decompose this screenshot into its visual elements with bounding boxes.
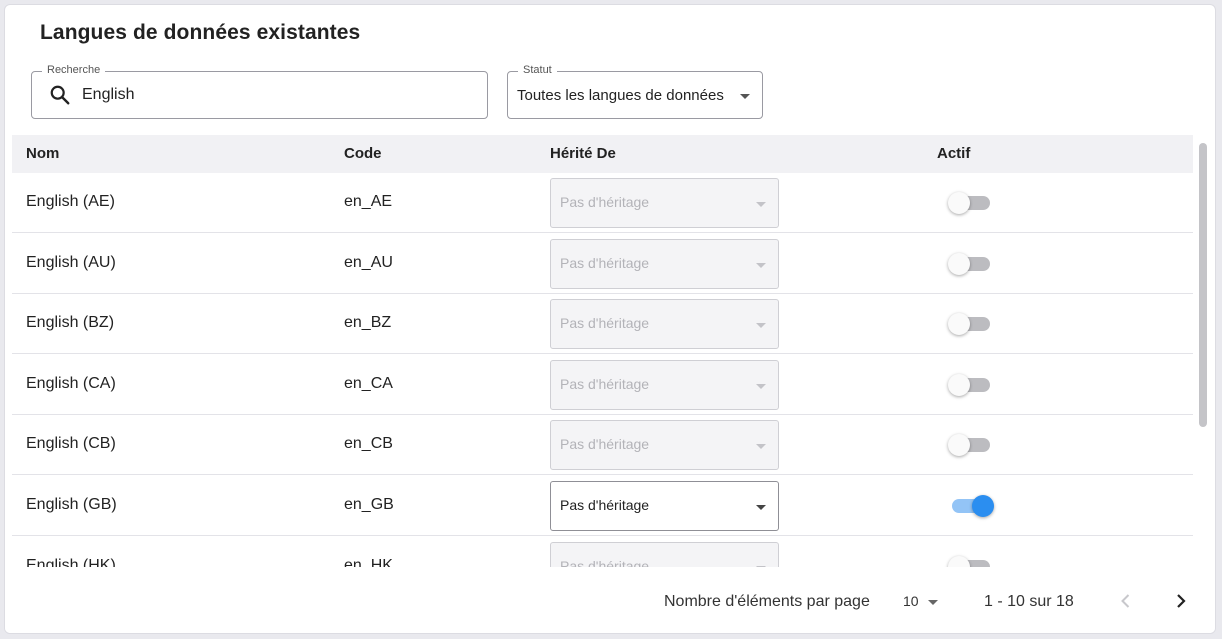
search-input[interactable] [82,84,462,106]
chevron-left-icon [1121,594,1130,608]
language-name: English (CB) [26,435,116,453]
inherit-from-value: Pas d'héritage [560,436,650,453]
caret-down-icon [928,600,938,605]
column-header-inherited[interactable]: Hérité De [550,145,616,162]
language-code: en_CB [344,435,393,453]
caret-down-icon [756,323,766,329]
active-toggle[interactable] [948,555,994,567]
caret-down-icon [756,383,766,389]
languages-card: Langues de données existantes Recherche … [4,4,1216,634]
previous-page-button[interactable] [1112,587,1140,615]
column-header-name[interactable]: Nom [26,145,59,162]
inherit-from-value: Pas d'héritage [560,254,650,271]
caret-down-icon [756,565,766,567]
toggle-knob [948,252,970,275]
toggle-knob [948,555,970,567]
active-toggle[interactable] [948,191,994,215]
column-header-active[interactable]: Actif [937,145,970,162]
items-per-page-value: 10 [903,593,919,609]
table-row: English (AU) en_AU Pas d'héritage [12,233,1193,294]
items-per-page-label: Nombre d'éléments par page [664,593,870,610]
inherit-from-select[interactable]: Pas d'héritage [550,481,779,531]
table-row: English (GB) en_GB Pas d'héritage [12,476,1193,536]
table-scrollbar[interactable] [1196,137,1210,569]
active-toggle[interactable] [948,252,994,276]
inherit-from-select: Pas d'héritage [550,420,779,471]
chevron-right-icon [1177,594,1186,608]
language-code: en_BZ [344,314,392,332]
scrollbar-thumb[interactable] [1199,143,1207,427]
table-row: English (CB) en_CB Pas d'héritage [12,415,1193,476]
language-name: English (HK) [26,556,116,567]
active-toggle[interactable] [948,373,994,397]
languages-table: Nom Code Hérité De Actif English (AE) en_… [12,135,1193,567]
language-name: English (AU) [26,253,116,271]
toggle-knob [972,495,994,517]
table-row: English (BZ) en_BZ Pas d'héritage [12,294,1193,355]
inherit-from-select: Pas d'héritage [550,178,779,228]
pagination-bar: Nombre d'éléments par page 10 1 - 10 sur… [5,569,1215,633]
status-value: Toutes les langues de données [517,87,724,104]
caret-down-icon [756,444,766,450]
language-code: en_GB [344,496,394,513]
inherit-from-select: Pas d'héritage [550,359,779,410]
inherit-from-select: Pas d'héritage [550,541,779,567]
inherit-from-select: Pas d'héritage [550,238,779,289]
toggle-knob [948,313,970,336]
language-name: English (AE) [26,193,115,210]
caret-down-icon [740,94,750,99]
table-row: English (HK) en_HK Pas d'héritage [12,536,1193,567]
search-label: Recherche [42,64,106,76]
caret-down-icon [756,202,766,207]
caret-down-icon [756,262,766,268]
toggle-knob [948,434,970,457]
inherit-from-value: Pas d'héritage [560,497,650,513]
status-select[interactable]: Statut Toutes les langues de données [507,64,763,119]
next-page-button[interactable] [1167,587,1195,615]
page-title: Langues de données existantes [40,21,361,44]
status-label: Statut [518,64,557,76]
active-toggle[interactable] [948,494,994,518]
toggle-knob [948,373,970,396]
table-row: English (AE) en_AE Pas d'héritage [12,173,1193,233]
search-field[interactable]: Recherche [31,64,488,119]
caret-down-icon [756,505,766,510]
inherit-from-select: Pas d'héritage [550,299,779,350]
language-code: en_AU [344,253,393,271]
search-icon [49,84,71,111]
language-name: English (CA) [26,374,116,392]
table-header: Nom Code Hérité De Actif [12,135,1193,174]
table-row: English (CA) en_CA Pas d'héritage [12,354,1193,415]
language-code: en_CA [344,374,393,392]
language-name: English (GB) [26,496,117,513]
inherit-from-value: Pas d'héritage [560,375,650,392]
toggle-knob [948,192,970,214]
language-code: en_HK [344,556,393,567]
page-range: 1 - 10 sur 18 [984,593,1074,610]
inherit-from-value: Pas d'héritage [560,557,650,567]
language-code: en_AE [344,193,393,210]
inherit-from-value: Pas d'héritage [560,194,650,210]
language-name: English (BZ) [26,314,115,332]
inherit-from-value: Pas d'héritage [560,315,650,332]
column-header-code[interactable]: Code [344,145,382,162]
active-toggle[interactable] [948,312,994,336]
active-toggle[interactable] [948,433,994,457]
items-per-page-select[interactable]: 10 [903,591,949,613]
